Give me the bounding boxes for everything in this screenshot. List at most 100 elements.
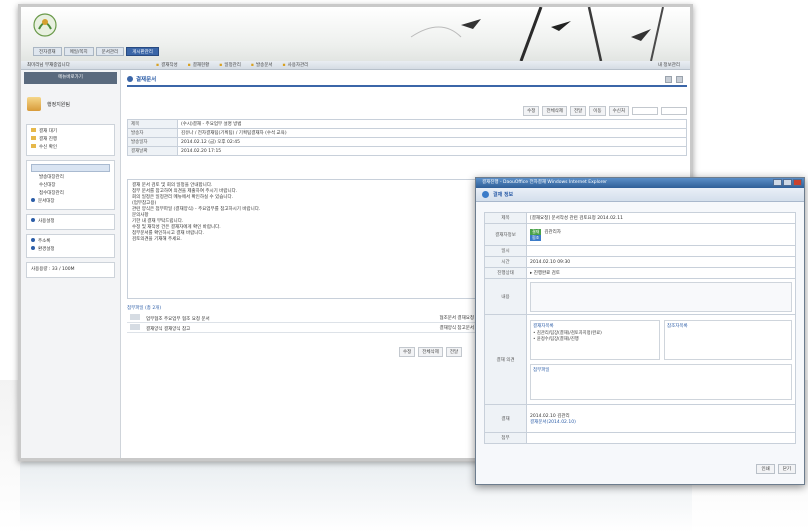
content-title: 결재문서 [127, 73, 687, 87]
attachment-note: 협조문서 결재요청 [439, 315, 474, 321]
close-icon[interactable] [793, 179, 802, 186]
left-panel: 메뉴바로가기 행정지원팀 결재 대기 결재 진행 수신 확인 발송대장관리 수신… [21, 70, 121, 458]
row-value: 2014.02.12 (금) 오후 02:45 [177, 137, 687, 147]
menu-item[interactable]: 환경설정 [31, 246, 110, 254]
print-button[interactable]: 인쇄 [756, 464, 775, 474]
row-value: 김유나 / 전자결재팀(기획팀) / 기획팀결재자 (수석 교육) [177, 128, 687, 138]
tool-button[interactable]: 수정 [523, 106, 540, 116]
subtool-item[interactable]: 일정관리 [219, 62, 241, 68]
close-button[interactable]: 닫기 [777, 464, 796, 474]
org-icon [27, 97, 41, 111]
content-box[interactable] [530, 281, 792, 312]
menu-item[interactable]: 주소록 [31, 238, 110, 246]
table-row: 발송일자 2014.02.12 (금) 오후 02:45 [127, 137, 687, 147]
reference-list-panel[interactable]: 참조자목록 [664, 319, 792, 360]
bamboo-illustration [410, 7, 664, 61]
table-row: 결재날짜 2014.02.20 17:15 [127, 146, 687, 156]
dialog-table: 제목 [결재요청] 문서작성 관련 검토요청 2014.02.11 결재자정보 … [484, 212, 796, 444]
attachment-row[interactable]: 업무협조 주요업무 협조 요청 문서 협조문서 결재요청 [127, 313, 477, 323]
row-label: 시간 [484, 256, 527, 268]
left-panel-header[interactable]: 메뉴바로가기 [24, 72, 117, 84]
sub-tools: 결재작성 결재현황 일정관리 발송문서 사용자관리 [156, 62, 308, 68]
subtool-item[interactable]: 결재작성 [156, 62, 178, 68]
settings-menu: 사용설정 [26, 214, 115, 230]
extra-value [526, 432, 796, 444]
address-menu: 주소록 환경설정 [26, 234, 115, 258]
menu-item[interactable]: 결재 진행 [31, 136, 110, 144]
window-icon[interactable] [676, 76, 683, 83]
document-menu: 발송대장관리 수신대장 접수대장관리 문서대장 [26, 160, 115, 210]
topnav-item[interactable]: 문서관리 [95, 47, 125, 56]
panel-title: 참조자목록 [667, 323, 688, 329]
tool-button[interactable]: 수정 [399, 347, 416, 357]
topnav-item-active[interactable]: 게시판관리 [126, 47, 159, 56]
user-status: 최미리님 부재중입니다 [27, 63, 70, 68]
subtool-item[interactable]: 결재현황 [188, 62, 210, 68]
table-row: 진행상태 ▸ 진행완료 검토 [484, 267, 796, 279]
window-buttons [773, 179, 802, 186]
attachment-row[interactable]: 결재양식 결재양식 참고 결재양식 참고문서 [127, 323, 477, 333]
quota-text: 사용용량 : 33 / 100M [31, 267, 75, 272]
tool-button[interactable]: 전달 [570, 106, 587, 116]
print-icon[interactable] [665, 76, 672, 83]
row-label: 진행상태 [484, 267, 527, 279]
table-row: 발송자 김유나 / 전자결재팀(기획팀) / 기획팀결재자 (수석 교육) [127, 128, 687, 138]
attachment-header: 첨부파일 (총 2개) [127, 306, 162, 311]
attachment-file: 결재양식 참고 [164, 326, 191, 332]
approver-tag: 협조 [530, 234, 542, 241]
panel-title: 첨부파일 [533, 367, 550, 373]
date-value [526, 245, 796, 257]
selected-menu-item[interactable] [31, 164, 110, 172]
row-label: 결재자정보 [484, 223, 527, 246]
row-label: 발송자 [127, 128, 178, 138]
menu-subitem[interactable]: 수신대장 [31, 182, 110, 190]
org-name: 행정지원팀 [47, 101, 71, 108]
tool-button[interactable]: 전체삭제 [418, 347, 443, 357]
menu-item[interactable]: 문서대장 [31, 198, 110, 206]
content-toolbar: 수정 전체삭제 전달 이동 수신처 [523, 106, 687, 116]
subtool-item[interactable]: 발송문서 [251, 62, 273, 68]
approval-menu: 결재 대기 결재 진행 수신 확인 [26, 124, 115, 156]
menu-subitem[interactable]: 발송대장관리 [31, 174, 110, 182]
select-box[interactable] [632, 107, 658, 115]
table-row: 내용 [484, 278, 796, 315]
attachment-panel[interactable]: 첨부파일 [530, 363, 792, 400]
banner: 전자결재 메일/쪽지 문서관리 게시판관리 [21, 7, 690, 61]
org-block: 행정지원팀 [27, 92, 114, 116]
content-cell [526, 278, 796, 315]
tool-button[interactable]: 수신처 [608, 106, 629, 116]
tool-button[interactable]: 이동 [589, 106, 606, 116]
topnav-item[interactable]: 메일/쪽지 [63, 47, 94, 56]
tool-button[interactable]: 전체삭제 [542, 106, 568, 116]
table-row: 결재 2014.02.10 김관리 결재문서(2014.02.10) [484, 404, 796, 433]
row-value: 2014.02.20 17:15 [177, 146, 687, 156]
tool-button[interactable]: 전달 [445, 347, 463, 357]
subtool-item[interactable]: 사용자관리 [283, 62, 309, 68]
menu-item[interactable]: 결재 대기 [31, 128, 110, 136]
menu-item[interactable]: 사용설정 [31, 218, 110, 226]
minimize-icon[interactable] [773, 179, 782, 186]
row-label: 제목 [484, 212, 527, 224]
table-row: 결재 의견 결재자목록 김관리/팀장(결재)/검토자지정(완료) 윤정수/팀장(… [484, 314, 796, 405]
file-icon [130, 313, 140, 320]
menu-item[interactable]: 수신 확인 [31, 144, 110, 152]
topnav-item[interactable]: 전자결재 [33, 47, 62, 56]
row-label: 결재 [484, 404, 527, 433]
my-info-link[interactable]: 내 정보관리 [658, 62, 680, 68]
row-value: (수시)결재 - 주요업무 설명 방법 [177, 119, 687, 129]
time-value: 2014.02.10 09:30 [526, 256, 796, 268]
row-label: 내용 [484, 278, 527, 315]
message-header-table: 제목 (수시)결재 - 주요업무 설명 방법 발송자 김유나 / 전자결재팀(기획팀… [127, 119, 687, 156]
file-icon [130, 323, 140, 330]
maximize-icon[interactable] [783, 179, 792, 186]
sign-cell: 2014.02.10 김관리 결재문서(2014.02.10) [526, 404, 796, 433]
logo-icon [33, 13, 57, 37]
panel-title: 결재자목록 [533, 323, 554, 329]
table-row: 결재자정보 결재 김관리자 협조 [484, 223, 796, 246]
row-label: 발송일자 [127, 137, 178, 147]
select-box[interactable] [661, 107, 687, 115]
menu-subitem[interactable]: 접수대장관리 [31, 190, 110, 198]
approver-list-panel[interactable]: 결재자목록 김관리/팀장(결재)/검토자지정(완료) 윤정수/팀장(결재)/진행 [530, 319, 660, 360]
row-label: 결재날짜 [127, 146, 178, 156]
sign-file[interactable]: 결재문서(2014.02.10) [530, 419, 792, 425]
